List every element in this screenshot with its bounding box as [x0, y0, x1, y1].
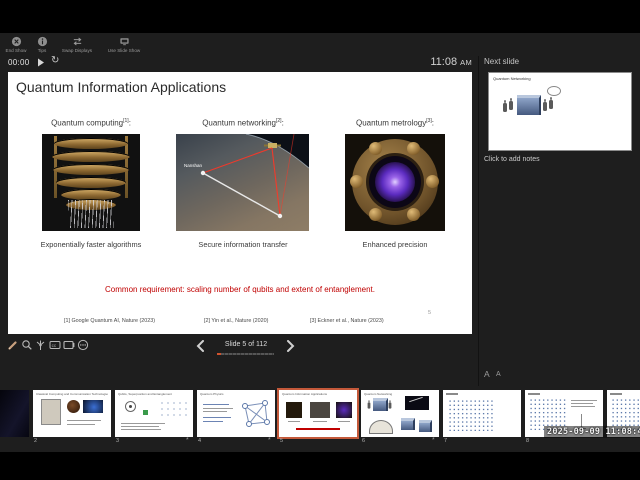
citation-2: [2] Yin et al., Nature (2020)	[204, 318, 269, 324]
recording-timestamp: 2025-09-09 11:08:46	[544, 426, 640, 438]
next-slide-title: Quantum Networking	[493, 76, 531, 81]
black-screen-icon[interactable]	[63, 339, 75, 351]
thumb-title: Quantum Physics	[200, 392, 224, 396]
thumb-number-2: 2	[34, 438, 38, 444]
thumb-title: Quantum Networking	[364, 392, 393, 396]
thumb-number-8: 8	[526, 438, 530, 444]
clock: 11:08 AM	[392, 56, 472, 68]
thumb-number-5: 5	[280, 438, 284, 444]
panel-divider	[478, 56, 479, 386]
thumb-number-6: 6	[362, 438, 366, 444]
current-slide-canvas[interactable]: Quantum Information Applications Quantum…	[8, 72, 472, 334]
end-show-icon	[11, 36, 21, 47]
end-show-label: End Show	[5, 48, 27, 53]
captions-icon[interactable]: cc	[49, 339, 61, 351]
satellite-icon	[268, 143, 277, 148]
quantum-networking-image: Nanshan	[176, 134, 309, 231]
speech-bubble	[547, 86, 561, 96]
filmstrip-slide-3[interactable]: Qubits, Superposition and Entanglement	[115, 390, 193, 437]
info-icon	[37, 36, 47, 47]
column-heading-networking: Quantum networking[2]:	[202, 118, 284, 128]
end-show-button[interactable]: End Show	[3, 36, 29, 53]
presenter-view-window: End Show Tips Swap Displays Use Slide Sh…	[0, 0, 640, 480]
clock-time: 11:08	[430, 56, 458, 68]
increase-font-button[interactable]: A	[484, 369, 490, 379]
thumb-title: Quantum Information Applications	[282, 392, 328, 396]
atom-glow	[375, 162, 415, 202]
animation-star-4: *	[268, 437, 271, 444]
filmstrip-slide-6[interactable]: Quantum Networking	[361, 390, 439, 437]
swap-displays-label: Swap Displays	[61, 48, 93, 53]
thumb-title: Qubits, Superposition and Entanglement	[118, 392, 172, 396]
filmstrip-slide-4[interactable]: Quantum Physics	[197, 390, 275, 437]
swap-arrows-icon	[73, 37, 81, 46]
previous-slide-button[interactable]	[196, 340, 205, 352]
slide-progress-bar	[217, 353, 274, 355]
use-slide-show-button[interactable]: Use Slide Show	[103, 36, 145, 53]
bottom-letterbox	[0, 452, 640, 480]
quantum-computing-image	[42, 134, 140, 231]
next-slide-thumbnail[interactable]: Quantum Networking	[488, 72, 632, 151]
caption-networking: Secure information transfer	[198, 240, 288, 249]
citation-1: [1] Google Quantum AI, Nature (2023)	[64, 318, 156, 324]
slide-progress-fill	[217, 353, 221, 355]
filmstrip-slide-1[interactable]	[0, 390, 29, 437]
animation-star-6: *	[432, 437, 435, 444]
timer-elapsed: 00:00	[8, 58, 30, 67]
slide-number-on-slide: 5	[428, 310, 432, 316]
next-slide-button[interactable]	[286, 340, 295, 352]
slide-show-display-icon	[119, 38, 129, 46]
timer-reset-button[interactable]: ↻	[51, 55, 59, 66]
timer-play-button[interactable]	[37, 58, 45, 67]
clock-meridiem: AM	[460, 58, 472, 67]
cryostat-wires	[68, 200, 114, 228]
filmstrip-slide-7[interactable]	[443, 390, 521, 437]
use-slide-show-label: Use Slide Show	[107, 48, 141, 53]
laser-pointer-icon[interactable]	[35, 339, 47, 351]
more-options-icon[interactable]	[77, 339, 89, 351]
animation-star-3: *	[186, 437, 189, 444]
thumb-number-7: 7	[444, 438, 448, 444]
next-slide-label: Next slide	[484, 57, 520, 66]
filmstrip-slide-5-current[interactable]: Quantum Information Applications	[279, 390, 357, 437]
caption-metrology: Enhanced precision	[362, 240, 428, 249]
column-heading-computing: Quantum computing[1]:	[51, 118, 131, 128]
quantum-metrology-image	[345, 134, 445, 231]
svg-text:cc: cc	[52, 343, 57, 348]
citation-3: [3] Eckner et al., Nature (2023)	[310, 318, 384, 324]
cartoon-computer	[517, 95, 541, 115]
ground-station-label: Nanshan	[184, 163, 203, 168]
swap-displays-button[interactable]: Swap Displays	[58, 36, 96, 53]
tips-label: Tips	[37, 48, 47, 53]
tips-button[interactable]: Tips	[33, 36, 51, 53]
slide-counter: Slide 5 of 112	[224, 341, 268, 348]
pen-icon[interactable]	[7, 339, 19, 351]
slide-title: Quantum Information Applications	[16, 79, 227, 95]
column-heading-metrology: Quantum metrology[3]:	[355, 118, 435, 128]
highlight-text: Common requirement: scaling number of qu…	[105, 285, 375, 294]
decrease-font-button[interactable]: A	[496, 371, 501, 378]
thumb-number-4: 4	[198, 438, 202, 444]
filmstrip-slide-2[interactable]: Classical Computing and Communication Te…	[33, 390, 111, 437]
thumb-title: Classical Computing and Communication Te…	[36, 392, 108, 396]
notes-placeholder[interactable]: Click to add notes	[484, 156, 540, 163]
magnifier-icon[interactable]	[21, 339, 33, 351]
thumb-number-3: 3	[116, 438, 120, 444]
caption-computing: Exponentially faster algorithms	[40, 240, 142, 249]
